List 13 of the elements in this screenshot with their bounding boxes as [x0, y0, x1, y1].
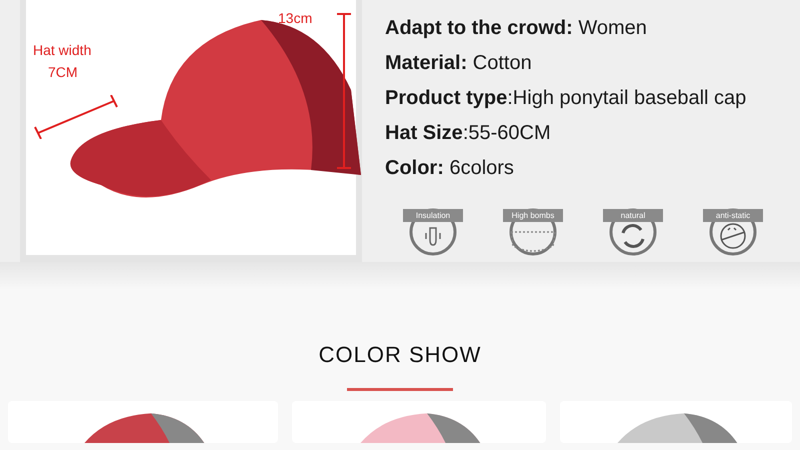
spec-line: Color: 6colors: [385, 156, 515, 180]
width-value: 7CM: [48, 63, 78, 82]
spec-line: Hat Size:55-60CM: [385, 121, 552, 145]
feature-label: Insulation: [403, 209, 463, 222]
section-title: COLOR SHOW: [318, 344, 482, 366]
feature-label: anti-static: [703, 209, 763, 222]
feature-label: natural: [603, 209, 663, 222]
feature-label: High bombs: [503, 209, 563, 222]
spec-line: Material: Cotton: [385, 51, 533, 75]
width-label: Hat width: [33, 41, 92, 60]
spec-line: Product type:High ponytail baseball cap: [385, 86, 748, 110]
height-value: 13cm: [278, 9, 312, 28]
spec-line: Adapt to the crowd: Women: [385, 16, 648, 40]
